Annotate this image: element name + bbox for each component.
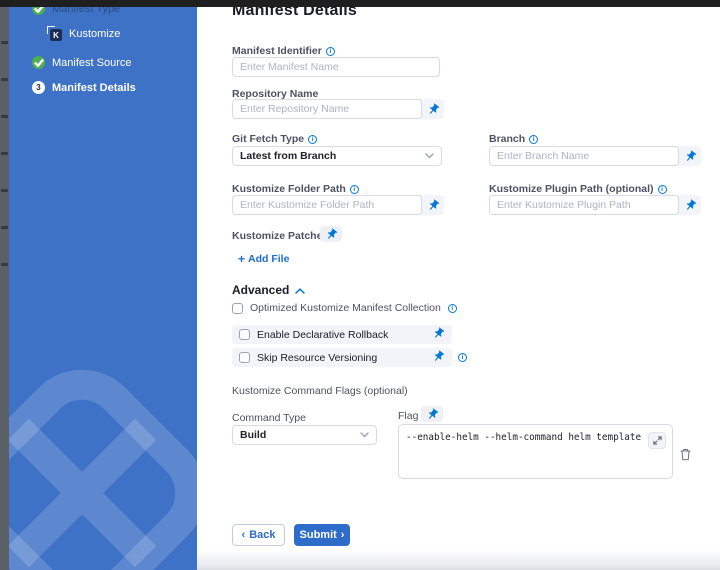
chevron-left-icon: ‹	[242, 529, 246, 541]
step-label: Manifest Type	[52, 7, 120, 15]
runtime-input-pin-button[interactable]	[320, 226, 342, 242]
command-type-label: Command Type	[232, 412, 306, 424]
step-complete-check-icon	[32, 56, 45, 69]
optimized-kustomize-row: Optimized Kustomize Manifest Collection …	[232, 302, 457, 314]
info-icon[interactable]: i	[448, 304, 457, 313]
delete-command-flag-icon[interactable]	[680, 448, 691, 466]
repository-name-input[interactable]	[232, 99, 422, 119]
info-icon[interactable]: i	[350, 185, 359, 194]
command-type-select[interactable]: Build	[232, 425, 377, 445]
info-icon[interactable]: i	[529, 135, 538, 144]
info-icon[interactable]: i	[458, 353, 467, 362]
runtime-input-pin-icon[interactable]	[422, 103, 444, 116]
wizard-step-manifest-source[interactable]: Manifest Source	[32, 56, 131, 69]
wizard-step-manifest-type[interactable]: Manifest Type	[32, 7, 120, 15]
runtime-input-pin-icon[interactable]	[432, 350, 445, 366]
declarative-rollback-checkbox[interactable]	[239, 329, 250, 340]
flag-input[interactable]: --enable-helm --helm-command helm templa…	[399, 425, 672, 478]
step-label: Manifest Details	[52, 82, 136, 94]
manifest-identifier-label: Manifest Identifier i	[232, 45, 335, 57]
expand-editor-icon[interactable]	[648, 432, 666, 449]
git-fetch-type-label: Git Fetch Type i	[232, 133, 317, 145]
runtime-input-pin-button[interactable]	[421, 406, 443, 422]
manifest-identifier-input[interactable]	[232, 57, 440, 77]
step-complete-check-icon	[32, 7, 45, 15]
harness-watermark-logo	[9, 358, 197, 570]
advanced-section-toggle[interactable]: Advanced	[232, 283, 305, 297]
runtime-input-pin-icon[interactable]	[679, 150, 701, 163]
wizard-sidebar: Manifest Type K Kustomize Manifest Sourc…	[9, 7, 197, 570]
plus-icon: +	[238, 252, 245, 266]
declarative-rollback-row: Enable Declarative Rollback	[232, 325, 452, 344]
git-fetch-type-select[interactable]: Latest from Branch	[232, 146, 442, 166]
kustomize-folder-path-label: Kustomize Folder Path i	[232, 183, 359, 195]
manifest-details-form: Manifest Details Manifest Identifier i R…	[197, 7, 720, 570]
back-button[interactable]: ‹ Back	[232, 524, 285, 546]
chevron-down-icon	[425, 153, 434, 159]
manifest-details-drawer: Manifest Type K Kustomize Manifest Sourc…	[0, 0, 720, 570]
info-icon[interactable]: i	[308, 135, 317, 144]
step-label: Manifest Source	[52, 57, 131, 69]
kustomize-plugin-path-field	[489, 195, 701, 215]
runtime-input-pin-icon[interactable]	[432, 327, 445, 343]
command-flags-section-label: Kustomize Command Flags (optional)	[232, 385, 408, 397]
info-icon[interactable]: i	[658, 185, 667, 194]
kustomize-plugin-path-input[interactable]	[489, 195, 679, 215]
dimmed-background-strip	[0, 7, 9, 570]
chevron-down-icon	[360, 432, 369, 438]
branch-input[interactable]	[489, 146, 679, 166]
step-number-badge: 3	[32, 81, 45, 94]
runtime-input-pin-icon[interactable]	[679, 199, 701, 212]
optimized-kustomize-checkbox[interactable]	[232, 303, 243, 314]
kustomize-folder-path-field	[232, 195, 444, 215]
top-window-bar	[0, 0, 720, 7]
branch-field	[489, 146, 701, 166]
step-label: Kustomize	[69, 28, 120, 40]
branch-label: Branch i	[489, 133, 538, 145]
info-icon[interactable]: i	[326, 47, 335, 56]
kustomize-folder-path-input[interactable]	[232, 195, 422, 215]
add-file-button[interactable]: + Add File	[238, 252, 289, 266]
wizard-substep-kustomize[interactable]: K Kustomize	[47, 26, 120, 41]
flag-label: Flag	[398, 410, 418, 422]
repository-name-field	[232, 99, 444, 119]
kustomize-logo-icon: K	[47, 26, 62, 41]
submit-button[interactable]: Submit ›	[294, 524, 350, 546]
chevron-right-icon: ›	[341, 529, 345, 541]
wizard-step-manifest-details[interactable]: 3 Manifest Details	[32, 81, 136, 94]
skip-resource-versioning-row: Skip Resource Versioning	[232, 348, 452, 367]
skip-resource-versioning-checkbox[interactable]	[239, 352, 250, 363]
kustomize-plugin-path-label: Kustomize Plugin Path (optional) i	[489, 183, 667, 195]
chevron-up-icon	[295, 283, 305, 297]
bottom-scroll-fade	[197, 550, 720, 570]
runtime-input-pin-icon[interactable]	[422, 199, 444, 212]
flag-value-editor: --enable-helm --helm-command helm templa…	[398, 424, 673, 479]
